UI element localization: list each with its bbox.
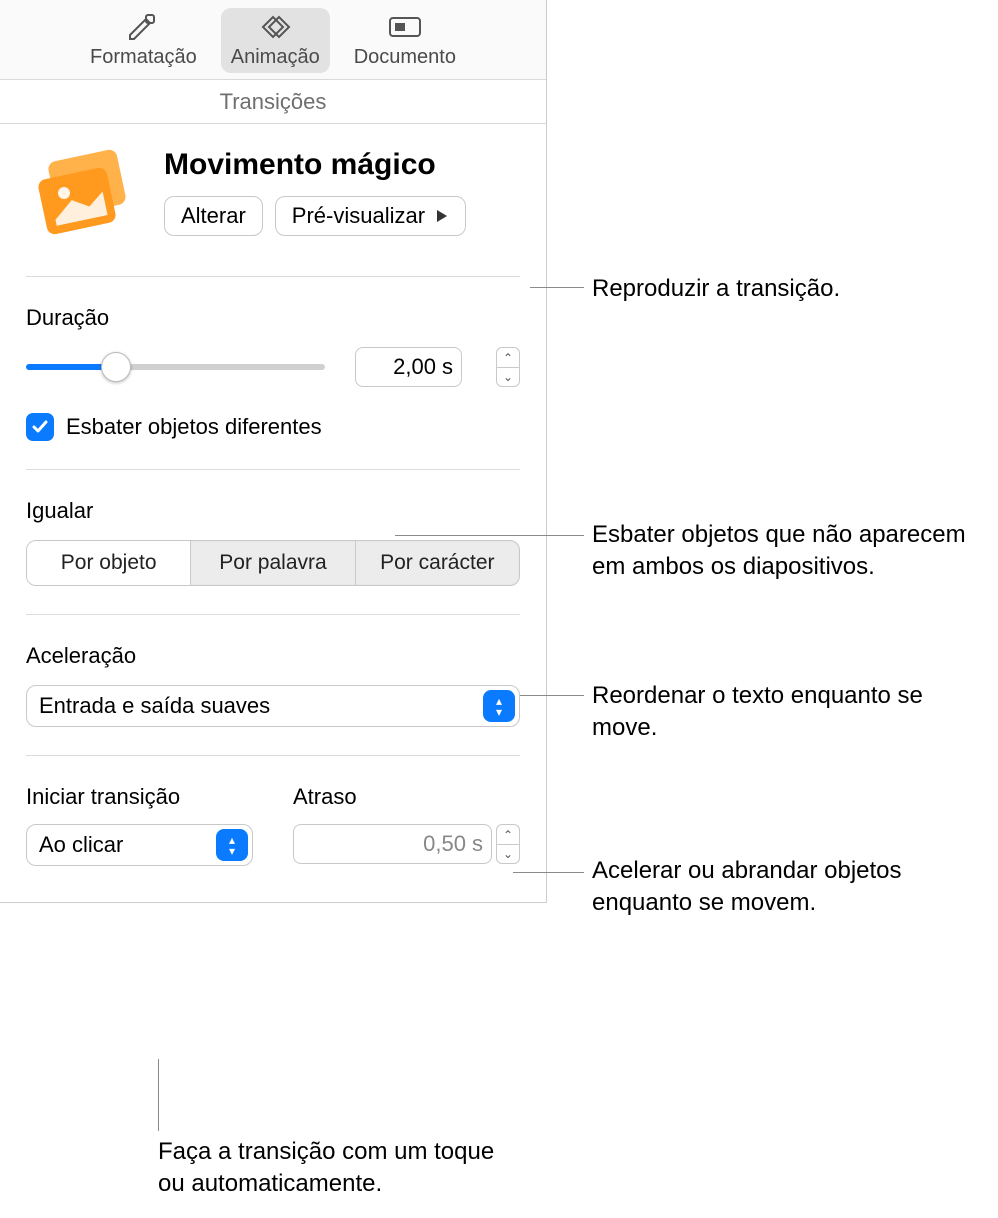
match-option-word[interactable]: Por palavra (191, 541, 355, 585)
duration-label: Duração (26, 305, 520, 331)
chevron-up-icon: ⌃ (503, 828, 513, 842)
duration-input[interactable] (356, 354, 442, 380)
callout-start: Faça a transição com um toque ou automat… (158, 1136, 518, 1201)
duration-stepper[interactable]: ⌃ ⌄ (496, 347, 520, 387)
toolbar-item-document[interactable]: Documento (344, 8, 466, 73)
duration-field[interactable]: s (355, 347, 462, 387)
match-option-object[interactable]: Por objeto (27, 541, 191, 585)
delay-unit: s (472, 831, 491, 857)
delay-stepper[interactable]: ⌃ ⌄ (496, 824, 520, 864)
duration-slider[interactable] (26, 352, 325, 382)
start-select[interactable]: Ao clicar ▴▾ (26, 824, 253, 866)
callout-lead (513, 872, 584, 873)
delay-step-up[interactable]: ⌃ (496, 824, 520, 844)
toolbar-label-animate: Animação (231, 46, 320, 69)
preview-button-label: Pré-visualizar (292, 203, 425, 229)
delay-input[interactable] (294, 831, 472, 857)
play-icon (435, 203, 449, 229)
magic-move-icon (26, 148, 146, 240)
delay-step-down[interactable]: ⌄ (496, 844, 520, 864)
change-button-label: Alterar (181, 203, 246, 229)
callout-accel: Acelerar ou abrandar objetos enquanto se… (592, 855, 982, 920)
callout-lead (530, 287, 584, 288)
transition-header: Movimento mágico Alterar Pré-visualizar (26, 148, 520, 240)
acceleration-label: Aceleração (26, 643, 520, 669)
top-toolbar: Formatação Animação Documento (0, 0, 546, 80)
match-option-character[interactable]: Por carácter (356, 541, 519, 585)
toolbar-item-format[interactable]: Formatação (80, 8, 207, 73)
duration-step-up[interactable]: ⌃ (496, 347, 520, 367)
start-value: Ao clicar (39, 832, 123, 858)
callout-lead (395, 535, 584, 536)
chevron-down-icon: ⌄ (503, 370, 513, 384)
callout-lead (520, 695, 584, 696)
section-tab-transitions[interactable]: Transições (0, 80, 546, 124)
callout-fade: Esbater objetos que não aparecem em ambo… (592, 519, 972, 584)
inspector-panel: Formatação Animação Documento Transições (0, 0, 547, 903)
toolbar-label-document: Documento (354, 46, 456, 69)
preview-button[interactable]: Pré-visualizar (275, 196, 466, 236)
fade-checkbox[interactable] (26, 413, 54, 441)
duration-step-down[interactable]: ⌄ (496, 367, 520, 387)
slide-icon (385, 12, 425, 42)
acceleration-group: Aceleração Entrada e saída suaves ▴▾ (26, 615, 520, 756)
delay-label: Atraso (293, 784, 520, 810)
match-label: Igualar (26, 498, 520, 524)
select-knob-icon: ▴▾ (483, 690, 515, 722)
toolbar-label-format: Formatação (90, 46, 197, 69)
select-knob-icon: ▴▾ (216, 829, 248, 861)
diamond-icon (255, 12, 295, 42)
chevron-down-icon: ⌄ (503, 847, 513, 861)
start-label: Iniciar transição (26, 784, 253, 810)
duration-unit: s (442, 354, 461, 380)
toolbar-item-animate[interactable]: Animação (221, 8, 330, 73)
delay-field[interactable]: s (293, 824, 492, 864)
match-segmented[interactable]: Por objeto Por palavra Por carácter (26, 540, 520, 586)
callout-match: Reordenar o texto enquanto se move. (592, 680, 972, 745)
callout-lead (158, 1059, 159, 1131)
start-delay-group: Iniciar transição Ao clicar ▴▾ Atraso s (26, 756, 520, 894)
brush-icon (123, 12, 163, 42)
duration-group: Duração s ⌃ ⌄ Esbater ob (26, 277, 520, 470)
chevron-up-icon: ⌃ (503, 351, 513, 365)
acceleration-value: Entrada e saída suaves (39, 693, 270, 719)
match-group: Igualar Por objeto Por palavra Por carác… (26, 470, 520, 615)
slider-thumb[interactable] (101, 352, 131, 382)
callout-preview: Reproduzir a transição. (592, 273, 840, 305)
transition-title: Movimento mágico (164, 148, 466, 182)
section-tab-label: Transições (220, 89, 327, 115)
panel-content: Movimento mágico Alterar Pré-visualizar (0, 124, 546, 902)
acceleration-select[interactable]: Entrada e saída suaves ▴▾ (26, 685, 520, 727)
change-button[interactable]: Alterar (164, 196, 263, 236)
fade-checkbox-label: Esbater objetos diferentes (66, 414, 322, 440)
